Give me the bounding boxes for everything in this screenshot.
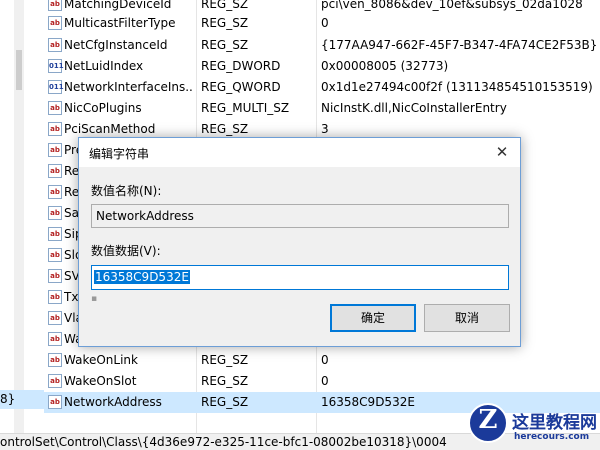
edit-string-dialog: 编辑字符串 ✕ 数值名称(N): NetworkAddress 数值数据(V):… [78, 137, 521, 347]
value-name-label: 数值名称(N): [91, 184, 162, 198]
string-value-icon: ab [48, 164, 62, 178]
string-value-icon: ab [48, 0, 62, 11]
value-data-input[interactable]: 16358C9D532E [91, 265, 509, 290]
value-row[interactable]: ab MulticastFilterType REG_SZ 0 [44, 13, 600, 34]
value-name: NicCoPlugins [64, 101, 142, 115]
string-value-icon: ab [48, 269, 62, 283]
value-type: REG_SZ [201, 0, 249, 11]
value-name: WakeOnLink [64, 353, 138, 367]
value-type: REG_SZ [201, 38, 249, 52]
string-value-icon: ab [48, 353, 62, 367]
dialog-titlebar[interactable]: 编辑字符串 ✕ [79, 138, 520, 167]
string-value-icon: ab [48, 290, 62, 304]
ok-button[interactable]: 确定 [330, 304, 416, 332]
resize-grip-icon: ▪ [91, 294, 98, 304]
string-value-icon: ab [48, 16, 62, 30]
string-value-icon: ab [48, 227, 62, 241]
value-data: 0 [321, 16, 329, 30]
value-type: REG_SZ [201, 353, 249, 367]
value-row[interactable]: ab WakeOnSlot REG_SZ 0 [44, 371, 600, 392]
value-data-selected-text[interactable]: 16358C9D532E [94, 270, 190, 284]
value-row[interactable]: ab NicCoPlugins REG_MULTI_SZ NicInstK.dll,N… [44, 98, 600, 119]
string-value-icon: ab [48, 101, 62, 115]
string-value-icon: ab [48, 395, 62, 409]
site-watermark: Z 这里教程网 herecours.com [458, 400, 600, 450]
value-data: pci\ven_8086&dev_10ef&subsys_02da1028 [321, 0, 583, 11]
value-name: MulticastFilterType [64, 16, 176, 30]
value-name: MatchingDeviceId [64, 0, 172, 11]
string-value-icon: ab [48, 311, 62, 325]
string-value-icon: ab [48, 185, 62, 199]
watermark-badge-letter: Z [478, 405, 498, 435]
value-type: REG_SZ [201, 122, 249, 136]
value-name: NetworkAddress [64, 395, 162, 409]
value-row[interactable]: 011 NetworkInterfaceIns... REG_QWORD 0x1d1e… [44, 77, 600, 98]
value-name: PciScanMethod [64, 122, 156, 136]
value-type: REG_QWORD [201, 80, 281, 94]
value-data: NicInstK.dll,NicCoInstallerEntry [321, 101, 507, 115]
value-type: REG_DWORD [201, 59, 281, 73]
binary-value-icon: 011 [48, 80, 64, 94]
string-value-icon: ab [48, 206, 62, 220]
value-data: 3 [321, 122, 329, 136]
value-data: {177AA947-662F-45F7-B347-4FA74CE2F53B} [321, 38, 597, 52]
watermark-url: herecours.com [514, 432, 590, 442]
value-type: REG_MULTI_SZ [201, 101, 290, 115]
value-name: WakeOnSlot [64, 374, 137, 388]
string-value-icon: ab [48, 248, 62, 262]
value-name: NetworkInterfaceIns... [64, 80, 192, 94]
value-data-label: 数值数据(V): [91, 244, 161, 258]
value-row[interactable]: ab NetCfgInstanceId REG_SZ {177AA947-662F-4… [44, 35, 600, 56]
status-bar-path: ontrolSet\Control\Class\{4d36e972-e325-1… [0, 435, 447, 449]
value-data: 0 [321, 353, 329, 367]
value-row[interactable]: 011 NetLuidIndex REG_DWORD 0x00008005 (3277… [44, 56, 600, 77]
value-type: REG_SZ [201, 395, 249, 409]
string-value-icon: ab [48, 122, 62, 136]
string-value-icon: ab [48, 332, 62, 346]
value-name: NetCfgInstanceId [64, 38, 168, 52]
value-type: REG_SZ [201, 374, 249, 388]
close-icon[interactable]: ✕ [492, 142, 512, 162]
binary-value-icon: 011 [48, 59, 64, 73]
value-name-field: NetworkAddress [91, 204, 509, 228]
value-data: 0 [321, 374, 329, 388]
tree-scrollbar-thumb[interactable] [16, 50, 22, 90]
string-value-icon: ab [48, 374, 62, 388]
tree-node-label: 8} [0, 392, 16, 406]
value-type: REG_SZ [201, 16, 249, 30]
dialog-title: 编辑字符串 [89, 147, 150, 161]
string-value-icon: ab [48, 38, 62, 52]
value-data: 0x00008005 (32773) [321, 59, 449, 73]
value-data: 0x1d1e27494c00f2f (131134854510153519) [321, 80, 593, 94]
value-row[interactable]: ab WakeOnLink REG_SZ 0 [44, 350, 600, 371]
cancel-button[interactable]: 取消 [424, 304, 510, 332]
string-value-icon: ab [48, 143, 62, 157]
value-name: NetLuidIndex [64, 59, 144, 73]
watermark-site-name: 这里教程网 [512, 413, 597, 433]
